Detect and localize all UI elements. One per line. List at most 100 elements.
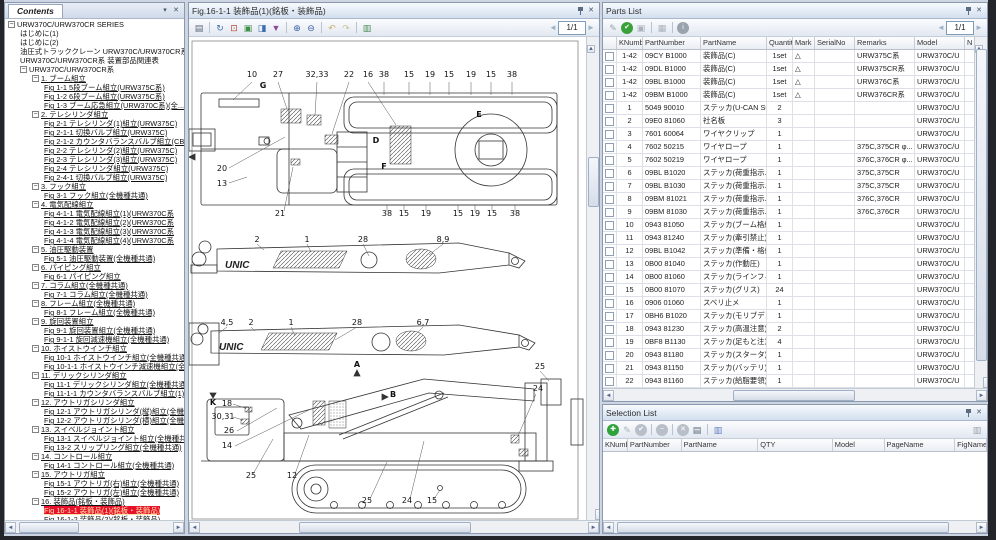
part-callout[interactable]: 24 (402, 496, 412, 505)
table-row[interactable]: 140B00 81060ステッカ(ラインフィル...1URW370C/U (603, 271, 977, 284)
table-row[interactable]: 170BH6 B1020ステッカ(モリブデン...1URW370C/U (603, 310, 977, 323)
prev-view-icon[interactable]: ↶ (326, 22, 338, 34)
part-callout[interactable]: 14 (222, 441, 232, 450)
part-callout[interactable]: B (390, 390, 396, 399)
part-callout[interactable]: K (210, 398, 217, 407)
apply-check-icon[interactable]: ✔ (621, 22, 633, 34)
collapse-icon[interactable]: − (32, 264, 39, 271)
scroll-right-icon[interactable]: ► (976, 522, 987, 533)
table-row[interactable]: 160906 01060スベリ止メ1URW370C/U (603, 297, 977, 310)
collapse-icon[interactable]: − (20, 66, 27, 73)
figure-canvas[interactable]: UNIC UNIC (189, 37, 599, 520)
tree-item[interactable]: −1. ブーム組立 (5, 74, 184, 83)
part-callout[interactable]: D (373, 136, 380, 145)
table-row[interactable]: 210943 81150ステッカ(バッテリ)1URW370C/U (603, 362, 977, 375)
part-callout[interactable]: 27 (273, 70, 283, 79)
row-checkbox[interactable] (605, 52, 614, 61)
tree-item[interactable]: Fig 15-2 アウトリガ(左)組立(全機種共通) (5, 488, 184, 497)
pin-icon[interactable] (964, 6, 973, 16)
column-header[interactable]: FigName (955, 439, 987, 451)
tree-item[interactable]: −5. 油圧駆動装置 (5, 245, 184, 254)
scroll-left-icon[interactable]: ◄ (5, 522, 16, 533)
column-header[interactable]: PartNumber (643, 37, 701, 49)
table-row[interactable]: 100943 81050ステッカ(ブーム格納)1URW370C/U (603, 219, 977, 232)
tree-item[interactable]: −3. フック組立 (5, 182, 184, 191)
part-callout[interactable]: 2 (254, 235, 259, 244)
part-callout[interactable]: 38 (382, 209, 392, 218)
table-row[interactable]: 190BF8 B1130ステッカ(足もと注意)4URW370C/U (603, 336, 977, 349)
edit-icon[interactable]: ✎ (607, 22, 619, 34)
part-callout[interactable]: E (476, 110, 481, 119)
part-callout[interactable]: 28 (358, 235, 368, 244)
row-checkbox[interactable] (605, 286, 614, 295)
tree-item[interactable]: Fig 10-1-1 ホイストウインチ減速機組立(全... (5, 362, 184, 371)
part-callout[interactable]: 13 (217, 179, 227, 188)
tree-item[interactable]: Fig 5-1 油圧駆動装置(全機種共通) (5, 254, 184, 263)
row-checkbox[interactable] (605, 338, 614, 347)
part-callout[interactable]: 24 (533, 384, 543, 393)
row-checkbox[interactable] (605, 299, 614, 308)
part-callout[interactable]: 1 (288, 318, 293, 327)
column-header[interactable]: PartNumber (628, 439, 682, 451)
row-checkbox[interactable] (605, 221, 614, 230)
column-header[interactable]: PartName (701, 37, 767, 49)
tree-item[interactable]: Fig 2-2 テレシリンダ(2)組立(URW375C) (5, 146, 184, 155)
collapse-icon[interactable]: − (32, 201, 39, 208)
row-checkbox[interactable] (605, 208, 614, 217)
tree-item[interactable]: Fig 6-1 パイピング組立 (5, 272, 184, 281)
tree-item[interactable]: Fig 1-3 ブーム応急組立(URW370C系)(全... (5, 101, 184, 110)
collapse-icon[interactable]: − (32, 471, 39, 478)
collapse-icon[interactable]: − (32, 75, 39, 82)
scroll-right-icon[interactable]: ► (976, 390, 987, 401)
table-row[interactable]: 1-4209DL B1000装飾品(C)1set△URW375CR系URW370… (603, 63, 977, 76)
column-header[interactable]: SerialNo (815, 37, 855, 49)
part-callout[interactable]: 30,31 (212, 412, 235, 421)
prev-page-icon[interactable]: ◄ (936, 23, 946, 32)
tree-item[interactable]: Fig 9-1-1 旋回減速機組立(全機種共通) (5, 335, 184, 344)
tree-item[interactable]: URW370C/URW370CR系 装置部品関連表 (5, 56, 184, 65)
table-row[interactable]: 709BL B1030ステッカ(荷重指示...1375C,375CRURW370… (603, 180, 977, 193)
part-callout[interactable]: 15 (399, 209, 409, 218)
scroll-down-icon[interactable]: ▼ (595, 509, 599, 520)
part-callout[interactable]: 1 (304, 235, 309, 244)
tree-item[interactable]: −9. 旋回装置組立 (5, 317, 184, 326)
parts-hscrollbar[interactable]: ◄ ► (603, 388, 987, 401)
next-page-icon[interactable]: ► (586, 23, 596, 32)
part-callout[interactable]: 15 (427, 496, 437, 505)
part-callout[interactable]: 6,7 (417, 318, 430, 327)
table-row[interactable]: 1209BL B1042ステッカ(準備・格納)1URW370C/U (603, 245, 977, 258)
tree-item[interactable]: Fig 2-1-2 カウンタバランスバルブ組立(CB-... (5, 137, 184, 146)
part-callout[interactable]: 21 (275, 209, 285, 218)
check-icon[interactable]: ✔ (635, 424, 647, 436)
tree-item[interactable]: Fig 12-2 アウトリガシリンダ(横)組立(全機... (5, 416, 184, 425)
table-row[interactable]: 47602 50215ワイヤロープ1375C,375CR φ...URW370C… (603, 141, 977, 154)
tree-item[interactable]: Fig 2-1-1 切換バルブ組立(URW375C) (5, 128, 184, 137)
collapse-icon[interactable]: − (32, 426, 39, 433)
part-callout[interactable]: 38 (510, 209, 520, 218)
tree-item[interactable]: Fig 13-1 スイベルジョイント組立(全機種共... (5, 434, 184, 443)
part-callout[interactable]: 15 (444, 70, 454, 79)
row-checkbox[interactable] (605, 182, 614, 191)
tree-item[interactable]: Fig 16-1-1 装飾品(1)(銘板・装飾品) (5, 506, 184, 515)
tree-item[interactable]: はじめに(2) (5, 38, 184, 47)
scroll-left-icon[interactable]: ◄ (189, 522, 200, 533)
part-callout[interactable]: 10 (247, 70, 257, 79)
next-view-icon[interactable]: ↷ (340, 22, 352, 34)
grid-icon[interactable]: ▦ (656, 22, 668, 34)
column-header[interactable]: Model (833, 439, 885, 451)
table-row[interactable]: 209E0 81060社名板3URW370C/U (603, 115, 977, 128)
table-row[interactable]: 180943 81230ステッカ(高温注意)2URW370C/U (603, 323, 977, 336)
row-checkbox[interactable] (605, 143, 614, 152)
table-row[interactable]: 1-4209BL B1000装飾品(C)1set△URW376C系URW370C… (603, 76, 977, 89)
scroll-right-icon[interactable]: ► (173, 522, 184, 533)
table-row[interactable]: 37601 60064ワイヤクリップ1URW370C/U (603, 128, 977, 141)
collapse-icon[interactable]: − (32, 345, 39, 352)
table-row[interactable]: 220943 81160ステッカ(給脂要領)1URW370C/U (603, 375, 977, 388)
edit-icon[interactable]: ✎ (621, 424, 633, 436)
part-callout[interactable]: 25 (362, 496, 372, 505)
close-icon[interactable]: ✕ (974, 6, 984, 16)
part-callout[interactable]: 22 (344, 70, 354, 79)
tree-item[interactable]: Fig 14-1 コントロール組立(全機種共通) (5, 461, 184, 470)
tree-item[interactable]: Fig 9-1 旋回装置組立(全機種共通) (5, 326, 184, 335)
part-callout[interactable]: 15 (453, 209, 463, 218)
